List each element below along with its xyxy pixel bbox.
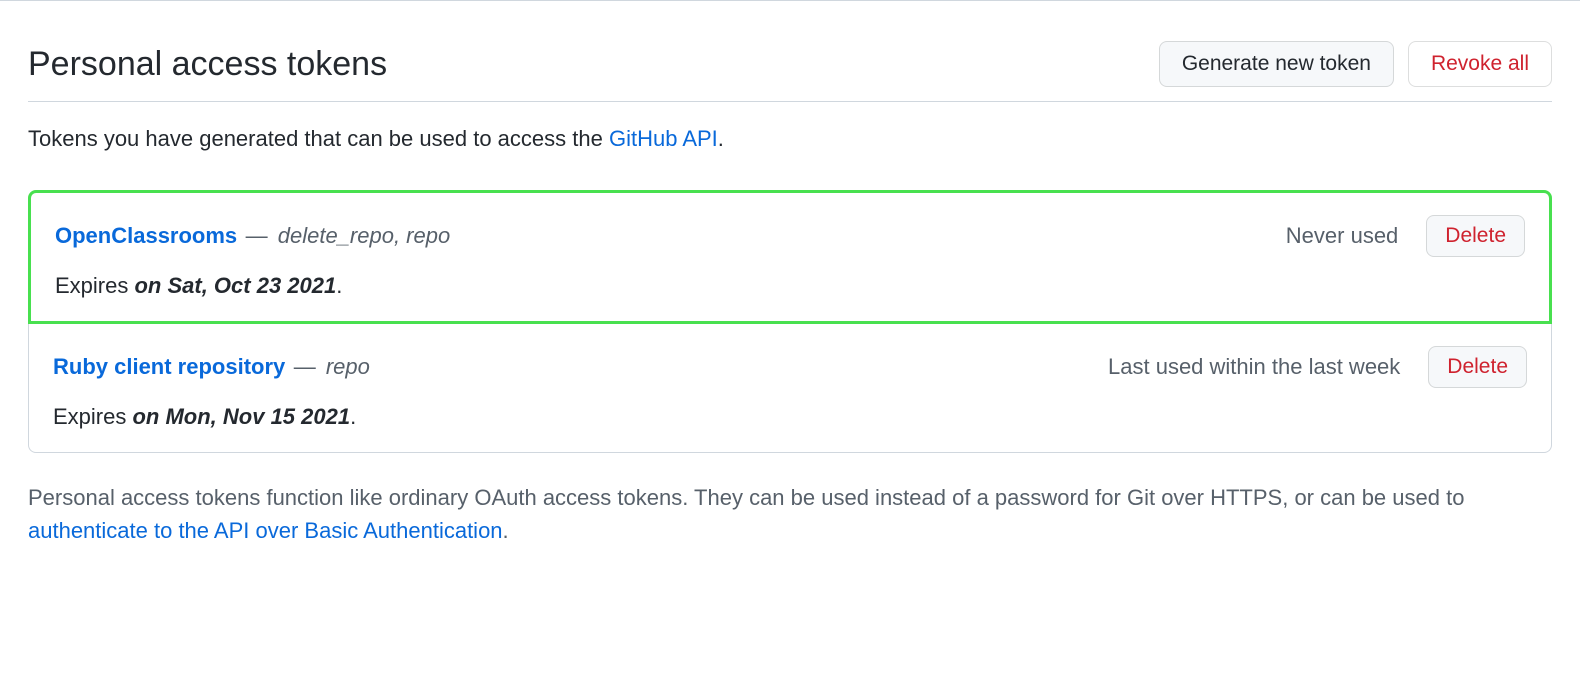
footer-after: . [503,518,509,543]
expiry-suffix: . [350,404,356,429]
page-header: Personal access tokens Generate new toke… [28,41,1552,102]
delete-token-button[interactable]: Delete [1426,215,1525,257]
token-scopes: repo [326,354,370,379]
footer-before: Personal access tokens function like ord… [28,485,1464,510]
footer-text: Personal access tokens function like ord… [28,481,1552,547]
token-name-link[interactable]: Ruby client repository [53,354,285,379]
token-dash: — [246,223,274,248]
tokens-page: Personal access tokens Generate new toke… [0,1,1580,587]
expiry-date: on Mon, Nov 15 2021 [132,404,350,429]
token-expiry: Expires on Mon, Nov 15 2021. [53,404,1527,430]
expiry-prefix: Expires [55,273,134,298]
intro-after: . [718,126,724,151]
intro-before: Tokens you have generated that can be us… [28,126,609,151]
delete-token-button[interactable]: Delete [1428,346,1527,388]
generate-new-token-button[interactable]: Generate new token [1159,41,1394,87]
token-name-link[interactable]: OpenClassrooms [55,223,237,248]
github-api-link[interactable]: GitHub API [609,126,718,151]
token-item: OpenClassrooms — delete_repo, repo Never… [28,190,1552,324]
token-list: OpenClassrooms — delete_repo, repo Never… [28,190,1552,453]
token-header-left: OpenClassrooms — delete_repo, repo [55,223,1286,249]
revoke-all-button[interactable]: Revoke all [1408,41,1552,87]
token-header-right: Last used within the last week Delete [1108,346,1527,388]
token-expiry: Expires on Sat, Oct 23 2021. [55,273,1525,299]
page-title: Personal access tokens [28,45,387,84]
token-item: Ruby client repository — repo Last used … [28,324,1552,453]
token-dash: — [294,354,322,379]
token-header-left: Ruby client repository — repo [53,354,1108,380]
token-header-right: Never used Delete [1286,215,1525,257]
expiry-suffix: . [336,273,342,298]
token-status: Never used [1286,223,1399,249]
token-status: Last used within the last week [1108,354,1400,380]
token-row: Ruby client repository — repo Last used … [53,346,1527,388]
token-row: OpenClassrooms — delete_repo, repo Never… [55,215,1525,257]
token-scopes: delete_repo, repo [278,223,450,248]
expiry-prefix: Expires [53,404,132,429]
header-actions: Generate new token Revoke all [1159,41,1552,87]
intro-text: Tokens you have generated that can be us… [28,126,1552,152]
expiry-date: on Sat, Oct 23 2021 [134,273,336,298]
basic-auth-link[interactable]: authenticate to the API over Basic Authe… [28,518,503,543]
